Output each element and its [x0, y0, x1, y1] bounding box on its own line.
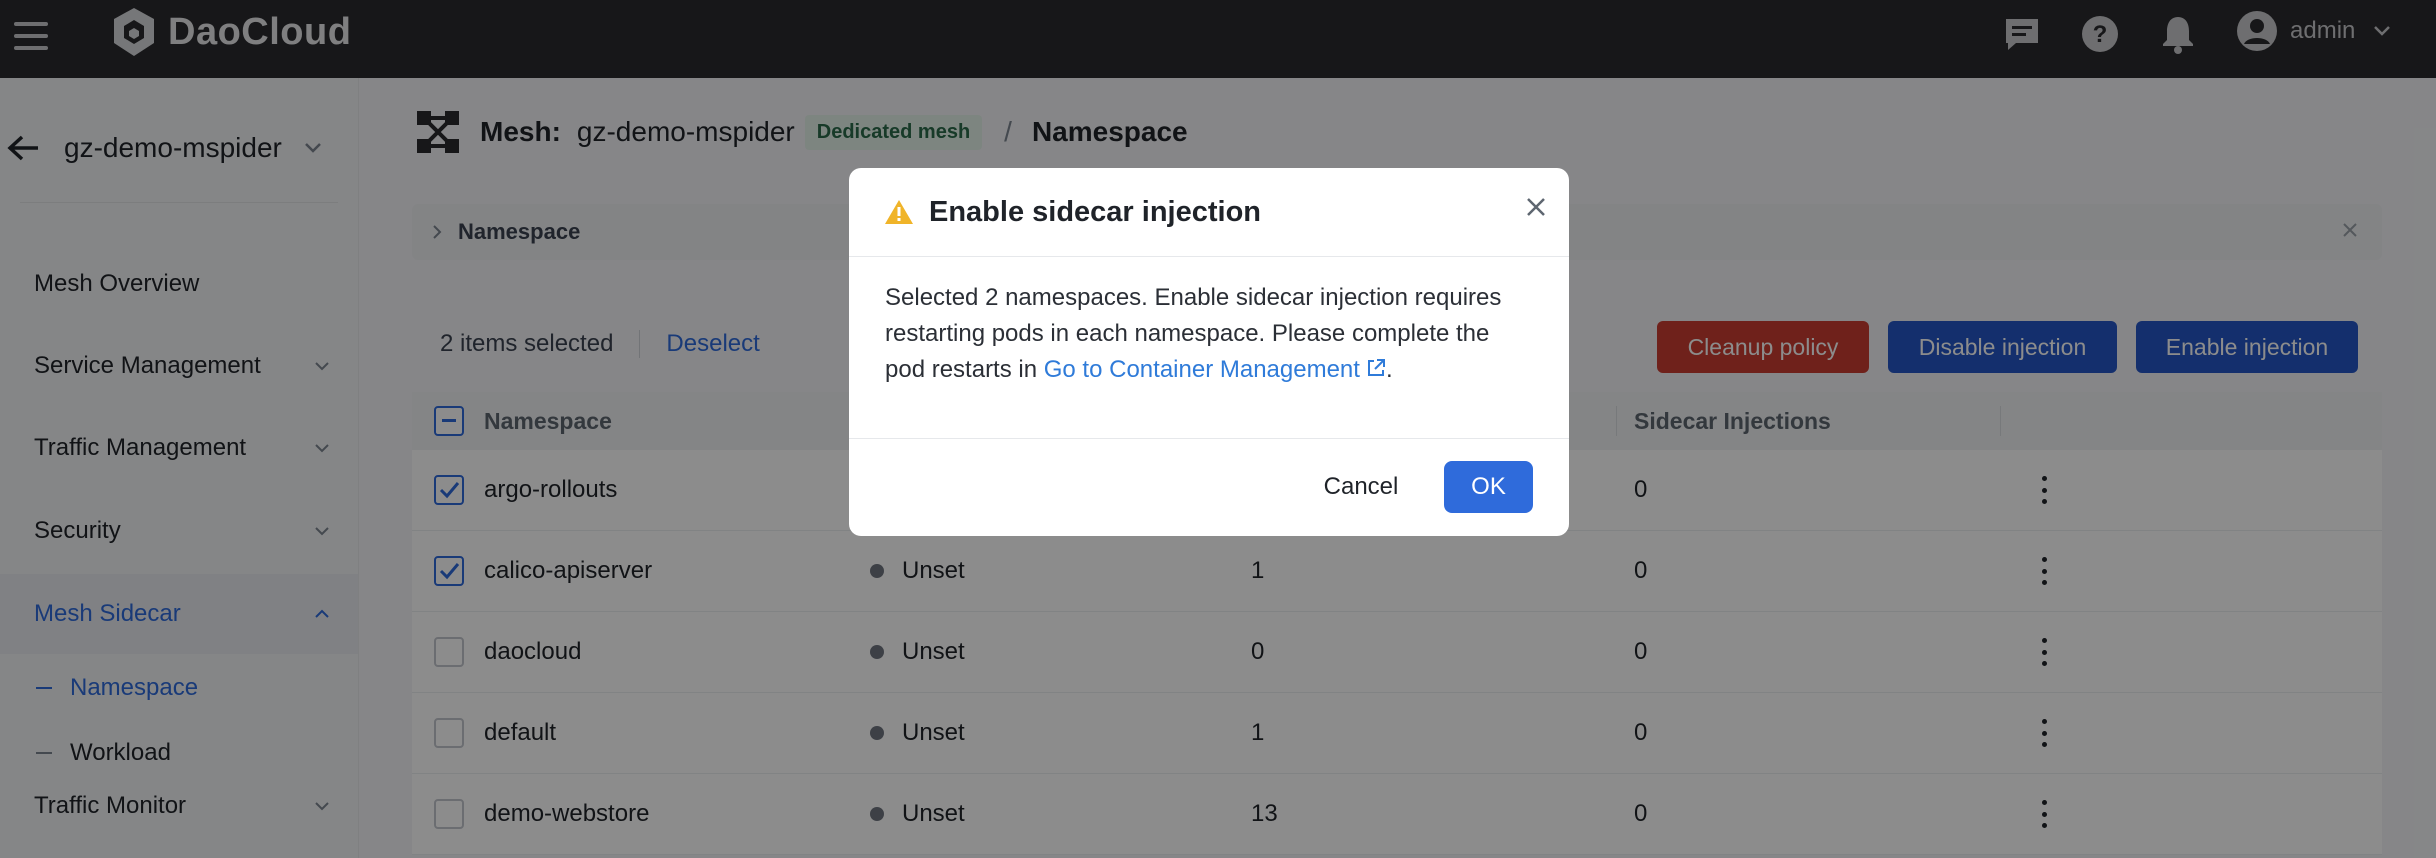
- warning-icon: [885, 200, 913, 224]
- container-management-link[interactable]: Go to Container Management: [1044, 356, 1386, 383]
- cancel-button[interactable]: Cancel: [1305, 461, 1417, 513]
- dialog-header: Enable sidecar injection: [849, 168, 1569, 257]
- enable-sidecar-injection-dialog: Enable sidecar injection Selected 2 name…: [849, 168, 1569, 536]
- ok-button[interactable]: OK: [1444, 461, 1533, 513]
- link-text: Go to Container Management: [1043, 356, 1360, 383]
- external-link-icon: [1367, 359, 1385, 376]
- close-icon[interactable]: [1525, 196, 1547, 218]
- dialog-message-end: .: [1385, 356, 1393, 383]
- dialog-footer: Cancel OK: [849, 438, 1569, 536]
- dialog-title: Enable sidecar injection: [929, 195, 1261, 228]
- dialog-message: Selected 2 namespaces. Enable sidecar in…: [885, 280, 1535, 388]
